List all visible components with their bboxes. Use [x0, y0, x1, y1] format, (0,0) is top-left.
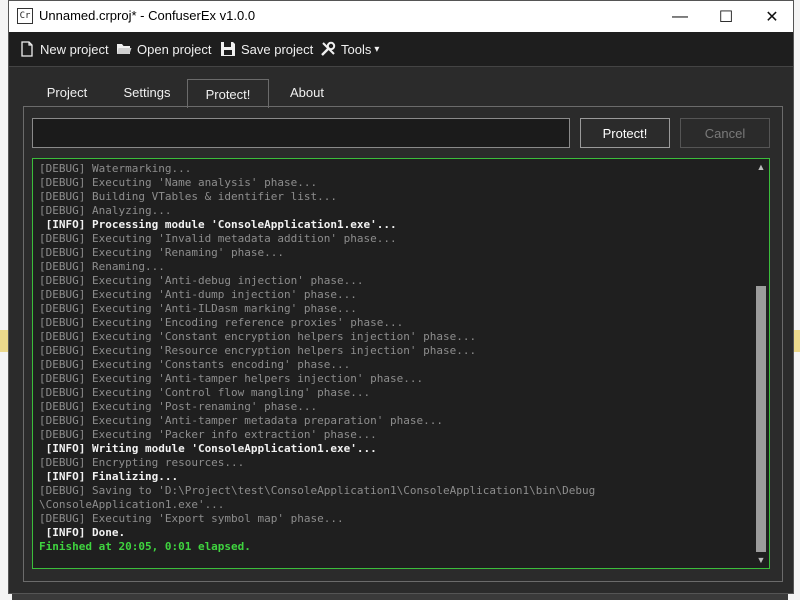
log-line: [DEBUG] Executing 'Invalid metadata addi… [39, 232, 397, 245]
log-line: [INFO] Done. [39, 526, 126, 539]
save-floppy-icon [221, 42, 235, 56]
log-line: [DEBUG] Encrypting resources... [39, 456, 245, 469]
maximize-icon: ☐ [718, 8, 734, 26]
toolbar: New project Open project Save project To… [9, 32, 793, 67]
scroll-down-icon[interactable]: ▼ [754, 553, 768, 567]
tab-project[interactable]: Project [27, 79, 107, 106]
log-line: [DEBUG] Executing 'Export symbol map' ph… [39, 512, 344, 525]
app-icon: Cr [17, 8, 33, 24]
protect-button[interactable]: Protect! [580, 118, 670, 148]
log-line: [DEBUG] Executing 'Constant encryption h… [39, 330, 477, 343]
scroll-up-icon[interactable]: ▲ [754, 160, 768, 174]
title-bar[interactable]: Cr Unnamed.crproj* - ConfuserEx v1.0.0 —… [9, 1, 793, 32]
protect-panel: Protect! Cancel [DEBUG] Watermarking...[… [23, 106, 783, 582]
new-file-icon [21, 41, 33, 57]
cancel-button[interactable]: Cancel [680, 118, 770, 148]
tab-settings[interactable]: Settings [107, 79, 187, 106]
tools-menu-button[interactable]: Tools ▾ [320, 39, 379, 59]
log-line: [DEBUG] Building VTables & identifier li… [39, 190, 338, 203]
log-line: [INFO] Processing module 'ConsoleApplica… [39, 218, 397, 231]
new-project-label: New project [40, 41, 109, 57]
output-path-input[interactable] [32, 118, 570, 148]
log-line: [INFO] Finalizing... [39, 470, 179, 483]
window-title: Unnamed.crproj* - ConfuserEx v1.0.0 [39, 8, 256, 23]
open-project-button[interactable]: Open project [116, 39, 211, 59]
maximize-button[interactable]: ☐ [703, 1, 749, 32]
scroll-thumb[interactable] [756, 286, 766, 552]
minimize-button[interactable]: — [657, 1, 703, 32]
close-button[interactable]: ✕ [749, 1, 795, 32]
minimize-icon: — [672, 7, 688, 25]
log-line: [DEBUG] Executing 'Anti-ILDasm marking' … [39, 302, 357, 315]
tab-protect[interactable]: Protect! [187, 79, 269, 108]
log-scrollbar[interactable]: ▲ ▼ [754, 160, 768, 567]
log-line: Finished at 20:05, 0:01 elapsed. [39, 540, 251, 553]
log-lines: [DEBUG] Watermarking... [DEBUG] Executing… [39, 162, 749, 554]
new-project-button[interactable]: New project [19, 39, 109, 59]
log-line: [DEBUG] Analyzing... [39, 204, 172, 217]
log-line: \ConsoleApplication1.exe'... [39, 498, 225, 511]
chevron-down-icon: ▾ [374, 43, 380, 55]
log-line: [DEBUG] Watermarking... [39, 162, 192, 175]
log-line: [DEBUG] Executing 'Anti-dump injection' … [39, 288, 357, 301]
log-line: [DEBUG] Executing 'Name analysis' phase.… [39, 176, 318, 189]
log-output[interactable]: [DEBUG] Watermarking... [DEBUG] Executing… [32, 158, 770, 569]
tools-wrench-icon [321, 41, 336, 56]
log-line: [DEBUG] Executing 'Control flow mangling… [39, 386, 371, 399]
log-line: [DEBUG] Executing 'Anti-tamper metadata … [39, 414, 443, 427]
close-icon: ✕ [765, 8, 779, 26]
log-line: [DEBUG] Executing 'Anti-debug injection'… [39, 274, 364, 287]
log-line: [DEBUG] Executing 'Post-renaming' phase.… [39, 400, 318, 413]
log-line: [DEBUG] Executing 'Constants encoding' p… [39, 358, 351, 371]
tab-strip: Project Settings Protect! About [17, 79, 787, 108]
save-project-button[interactable]: Save project [220, 39, 313, 59]
log-line: [DEBUG] Executing 'Encoding reference pr… [39, 316, 404, 329]
log-line: [DEBUG] Executing 'Anti-tamper helpers i… [39, 372, 424, 385]
open-project-label: Open project [137, 41, 212, 57]
save-project-label: Save project [241, 41, 314, 57]
tools-label: Tools [341, 41, 372, 57]
log-line: [DEBUG] Saving to 'D:\Project\test\Conso… [39, 484, 596, 497]
folder-open-icon [117, 44, 132, 54]
log-line: [DEBUG] Executing 'Resource encryption h… [39, 344, 477, 357]
confuserex-window: Cr Unnamed.crproj* - ConfuserEx v1.0.0 —… [8, 0, 794, 594]
log-line: [INFO] Writing module 'ConsoleApplicatio… [39, 442, 377, 455]
log-line: [DEBUG] Executing 'Renaming' phase... [39, 246, 285, 259]
log-line: [DEBUG] Renaming... [39, 260, 165, 273]
tab-about[interactable]: About [267, 79, 347, 106]
log-line: [DEBUG] Executing 'Packer info extractio… [39, 428, 377, 441]
